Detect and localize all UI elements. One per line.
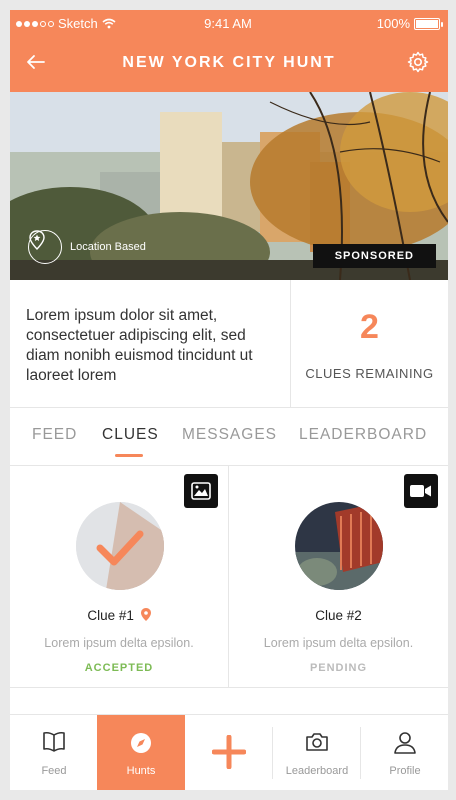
battery-group: 100% — [376, 16, 443, 31]
clue-status: ACCEPTED — [84, 662, 154, 674]
compass-icon — [97, 731, 185, 755]
sponsored-badge: SPONSORED — [312, 244, 436, 268]
clue-status: PENDING — [309, 662, 368, 674]
camera-icon — [273, 731, 361, 753]
hunt-description: Lorem ipsum dolor sit amet, consectetuer… — [26, 307, 253, 384]
location-badge: Location Based — [28, 230, 146, 264]
video-icon[interactable] — [404, 474, 438, 508]
tab-bar: FEED CLUES MESSAGES LEADERBOARD — [10, 408, 448, 466]
status-bar: Sketch 9:41 AM 100% — [16, 16, 443, 32]
clue-thumbnail — [295, 502, 383, 590]
clue-thumbnail — [76, 502, 164, 590]
nav-feed-label: Feed — [41, 765, 67, 777]
clues-remaining-label: CLUES REMAINING — [305, 366, 434, 381]
active-tab-indicator — [115, 454, 143, 457]
hunt-info: Lorem ipsum dolor sit amet, consectetuer… — [10, 280, 448, 408]
nav-add[interactable] — [185, 715, 273, 790]
clue-description: Lorem ipsum delta epsilon. — [44, 636, 194, 650]
clue-title: Clue #2 — [315, 608, 362, 623]
nav-profile-label: Profile — [389, 765, 421, 777]
tab-messages[interactable]: MESSAGES — [182, 426, 277, 444]
clue-title: Clue #1 — [10, 608, 228, 623]
nav-leaderboard[interactable]: Leaderboard — [273, 715, 361, 790]
battery-icon — [414, 17, 443, 30]
nav-profile[interactable]: Profile — [361, 715, 448, 790]
nav-hunts[interactable]: Hunts — [97, 715, 185, 790]
book-icon — [10, 731, 98, 753]
page-title: NEW YORK CITY HUNT — [122, 54, 336, 71]
header-bar: Sketch 9:41 AM 100% NEW YORK CITY HUNT — [10, 10, 448, 92]
clue-card[interactable]: Clue #2 Lorem ipsum delta epsilon. PENDI… — [229, 466, 448, 688]
location-label: Location Based — [70, 241, 146, 253]
clues-grid: Clue #1 Lorem ipsum delta epsilon. ACCEP… — [10, 466, 448, 688]
tab-clues[interactable]: CLUES — [102, 426, 159, 444]
nav-feed[interactable]: Feed — [10, 715, 98, 790]
clue-description: Lorem ipsum delta epsilon. — [263, 636, 414, 650]
user-icon — [361, 731, 448, 755]
battery-label: 100% — [376, 16, 410, 31]
gear-icon[interactable] — [406, 50, 430, 74]
location-pin-icon — [140, 608, 151, 621]
nav-hunts-label: Hunts — [126, 765, 156, 777]
location-star-icon — [28, 230, 62, 264]
nav-leaderboard-label: Leaderboard — [285, 765, 349, 777]
tab-leaderboard[interactable]: LEADERBOARD — [299, 426, 427, 444]
clues-remaining-count: 2 — [360, 308, 379, 346]
phone-screen: Sketch 9:41 AM 100% NEW YORK CITY HUNT L… — [10, 10, 448, 790]
clue-card[interactable]: Clue #1 Lorem ipsum delta epsilon. ACCEP… — [10, 466, 229, 688]
bottom-nav: Feed Hunts Leaderboard Profile — [10, 714, 448, 790]
image-icon[interactable] — [184, 474, 218, 508]
clue-title-text: Clue #1 — [87, 608, 134, 623]
tab-feed[interactable]: FEED — [32, 426, 77, 444]
hero-image: Location Based SPONSORED — [10, 92, 448, 280]
plus-icon — [185, 735, 273, 769]
